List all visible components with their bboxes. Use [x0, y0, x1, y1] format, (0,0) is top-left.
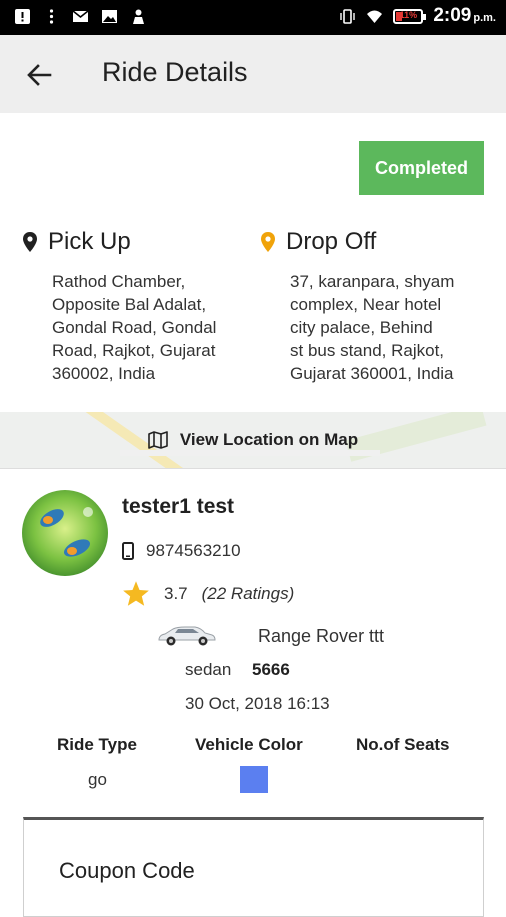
image-icon [102, 10, 117, 23]
pickup-address: Rathod Chamber, Opposite Bal Adalat, Gon… [52, 270, 237, 385]
location-pin-icon [23, 232, 37, 252]
rating-count: (22 Ratings) [201, 583, 295, 603]
more-vertical-icon [49, 9, 54, 24]
arrow-left-icon[interactable] [24, 60, 54, 90]
avatar-image [22, 490, 108, 576]
dropoff-address-line: city palace, Behind [290, 318, 433, 337]
divider [0, 468, 506, 469]
clock-time: 2:09 [433, 5, 472, 26]
pickup-address-line: Gondal Road, Gondal [52, 318, 217, 337]
coupon-card: Coupon Code [23, 817, 484, 917]
dropoff-address-line: complex, Near hotel [290, 295, 442, 314]
location-pin-icon [261, 232, 275, 252]
dropoff-header: Drop Off [260, 228, 376, 256]
page-title: Ride Details [102, 57, 248, 87]
driver-rating: 3.7 (22 Ratings) [122, 580, 294, 607]
map-icon [148, 431, 168, 449]
battery-level: 11% [399, 9, 418, 20]
dropoff-address-line: 37, karanpara, shyam [290, 272, 455, 291]
star-icon [123, 581, 149, 606]
status-badge: Completed [359, 141, 484, 195]
pickup-address-line: 360002, India [52, 364, 156, 383]
seats-label: No.of Seats [356, 735, 450, 754]
dropoff-address: 37, karanpara, shyam complex, Near hotel… [290, 270, 475, 385]
car-name: Range Rover ttt [258, 626, 385, 646]
coupon-label: Coupon Code [59, 858, 195, 883]
ride-type-value: go [88, 770, 107, 789]
status-bar: 11% 2:09 p.m. [0, 0, 506, 35]
alert-icon [15, 9, 30, 24]
pickup-address-line: Rathod Chamber, [52, 272, 186, 291]
wifi-icon [367, 10, 383, 23]
clock-ampm: p.m. [473, 12, 496, 24]
car-type: sedan [185, 660, 232, 679]
ride-date: 30 Oct, 2018 16:13 [185, 694, 330, 713]
car-icon [158, 626, 216, 646]
app-bar: Ride Details [0, 35, 506, 113]
system-status: 11% 2:09 p.m. [339, 5, 496, 27]
vibrate-icon [340, 8, 356, 24]
phone-number: 9874563210 [146, 541, 241, 560]
pickup-address-line: Opposite Bal Adalat, [52, 295, 207, 314]
phone-icon [122, 542, 134, 560]
ride-type-label: Ride Type [57, 735, 137, 754]
dropoff-address-line: Gujarat 360001, India [290, 364, 454, 383]
vehicle-row: Range Rover ttt [155, 620, 455, 650]
person-icon [133, 9, 144, 24]
view-map-content: View Location on Map [0, 412, 506, 468]
dropoff-label: Drop Off [286, 228, 377, 255]
pickup-label: Pick Up [48, 228, 131, 255]
gmail-icon [72, 10, 89, 22]
vehicle-color-swatch [240, 766, 268, 793]
view-map-label: View Location on Map [179, 430, 359, 449]
rating-value: 3.7 [164, 583, 188, 603]
notification-icons [14, 8, 147, 25]
driver-name: tester1 test [122, 495, 235, 518]
vehicle-color-label: Vehicle Color [195, 735, 303, 754]
avatar [22, 490, 108, 576]
dropoff-address-line: st bus stand, Rajkot, [290, 341, 445, 360]
pickup-header: Pick Up [22, 228, 131, 256]
clock: 2:09 p.m. [433, 5, 496, 27]
pickup-address-line: Road, Rajkot, Gujarat [52, 341, 216, 360]
driver-phone[interactable]: 9874563210 [122, 541, 241, 561]
view-map-button[interactable]: View Location on Map [0, 412, 506, 468]
car-plate: 5666 [252, 660, 290, 679]
battery-icon: 11% [393, 8, 427, 24]
